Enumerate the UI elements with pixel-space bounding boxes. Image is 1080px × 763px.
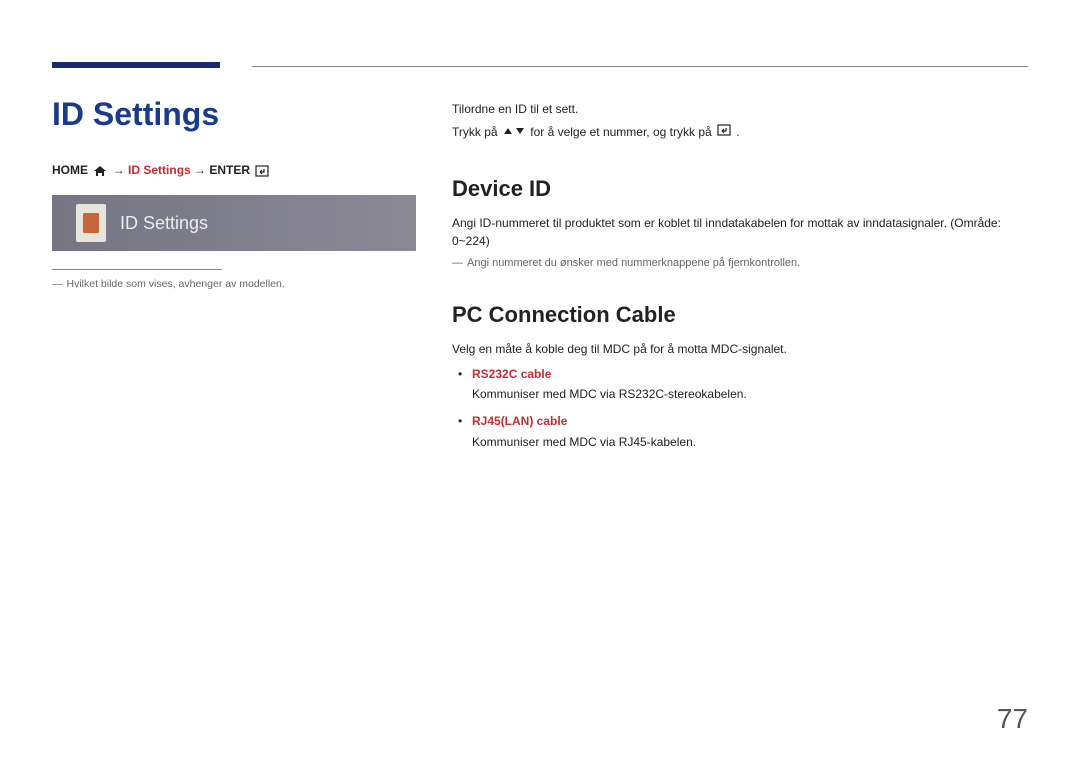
list-item: RJ45(LAN) cable Kommuniser med MDC via R…	[452, 412, 1028, 451]
pc-cable-body: Velg en måte å koble deg til MDC på for …	[452, 340, 1028, 359]
footnote-dash: ―	[52, 278, 63, 290]
section-heading-device-id: Device ID	[452, 172, 1028, 206]
breadcrumb-current: ID Settings	[128, 163, 191, 177]
up-down-icon	[503, 123, 525, 142]
option-label-rj45: RJ45(LAN) cable	[472, 414, 567, 428]
note-dash: ―	[452, 257, 463, 269]
breadcrumb-arrow-1: →	[113, 163, 128, 177]
option-desc-rj45: Kommuniser med MDC via RJ45-kabelen.	[472, 433, 1028, 452]
left-footnote-text: Hvilket bilde som vises, avhenger av mod…	[67, 278, 285, 290]
footnote-divider	[52, 269, 222, 270]
id-badge-icon	[76, 204, 106, 242]
id-badge-inner	[83, 213, 99, 233]
cable-option-list: RS232C cable Kommuniser med MDC via RS23…	[452, 365, 1028, 451]
ui-preview-label: ID Settings	[120, 213, 208, 234]
section-heading-pc-cable: PC Connection Cable	[452, 298, 1028, 332]
right-column: Tilordne en ID til et sett. Trykk på for…	[452, 100, 1028, 459]
device-id-note: ― Angi nummeret du ønsker med nummerknapp…	[452, 255, 1028, 272]
intro-line-2: Trykk på for å velge et nummer, og trykk…	[452, 123, 1028, 142]
option-desc-rs232c: Kommuniser med MDC via RS232C-stereokabe…	[472, 385, 1028, 404]
breadcrumb-home: HOME	[52, 163, 88, 177]
ui-preview-panel: ID Settings	[52, 195, 416, 251]
breadcrumb-arrow-2: →	[194, 163, 209, 177]
home-icon	[93, 165, 107, 177]
intro-line-2c: .	[736, 125, 739, 139]
device-id-note-text: Angi nummeret du ønsker med nummerknappe…	[467, 257, 800, 269]
breadcrumb-enter: ENTER	[209, 163, 250, 177]
intro-line-1: Tilordne en ID til et sett.	[452, 100, 1028, 119]
intro-line-2b: for å velge et nummer, og trykk på	[530, 125, 715, 139]
intro-line-2a: Trykk på	[452, 125, 501, 139]
enter-icon	[255, 165, 269, 177]
option-label-rs232c: RS232C cable	[472, 367, 551, 381]
breadcrumb: HOME → ID Settings → ENTER	[52, 163, 412, 177]
title-accent-bar	[52, 62, 220, 68]
page-title: ID Settings	[52, 96, 412, 133]
enter-inline-icon	[717, 123, 731, 142]
left-footnote: ― Hvilket bilde som vises, avhenger av mo…	[52, 278, 412, 290]
left-column: ID Settings HOME → ID Settings → ENTER I…	[52, 96, 412, 290]
top-divider	[252, 66, 1028, 67]
page-number: 77	[997, 703, 1028, 735]
list-item: RS232C cable Kommuniser med MDC via RS23…	[452, 365, 1028, 404]
device-id-body: Angi ID-nummeret til produktet som er ko…	[452, 214, 1028, 251]
